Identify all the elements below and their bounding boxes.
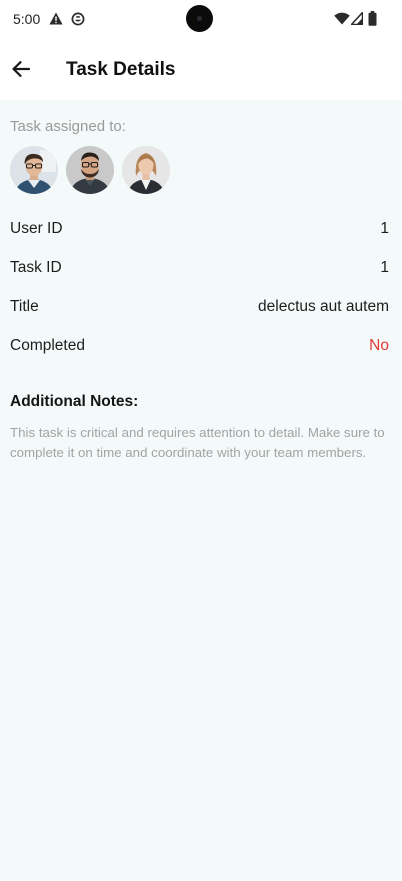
avatar-1[interactable] (10, 146, 58, 194)
signal-icon (351, 12, 363, 25)
front-camera (186, 5, 213, 32)
warning-icon (49, 12, 63, 25)
title-value: delectus aut autem (258, 298, 389, 315)
avatar-2[interactable] (66, 146, 114, 194)
status-bar: 5:00 (0, 0, 402, 38)
battery-icon (368, 11, 377, 26)
back-button[interactable] (6, 54, 36, 84)
app-bar: Task Details (0, 38, 402, 100)
sync-icon (71, 12, 85, 26)
user-photo-3 (122, 146, 170, 194)
assigned-label: Task assigned to: (10, 118, 126, 135)
completed-label: Completed (10, 337, 85, 354)
task-id-label: Task ID (10, 259, 62, 276)
user-id-label: User ID (10, 220, 63, 237)
arrow-left-icon (12, 61, 31, 77)
notes-text: This task is critical and requires atten… (10, 425, 385, 460)
completed-value: No (369, 337, 389, 354)
notes-heading: Additional Notes: (10, 393, 139, 410)
title-label: Title (10, 298, 39, 315)
wifi-icon (334, 12, 350, 25)
task-id-value: 1 (380, 259, 389, 276)
user-photo-2 (66, 146, 114, 194)
page-title: Task Details (66, 59, 176, 80)
user-id-value: 1 (380, 220, 389, 237)
avatar-3[interactable] (122, 146, 170, 194)
user-photo-1 (10, 146, 58, 194)
status-time: 5:00 (13, 11, 41, 27)
